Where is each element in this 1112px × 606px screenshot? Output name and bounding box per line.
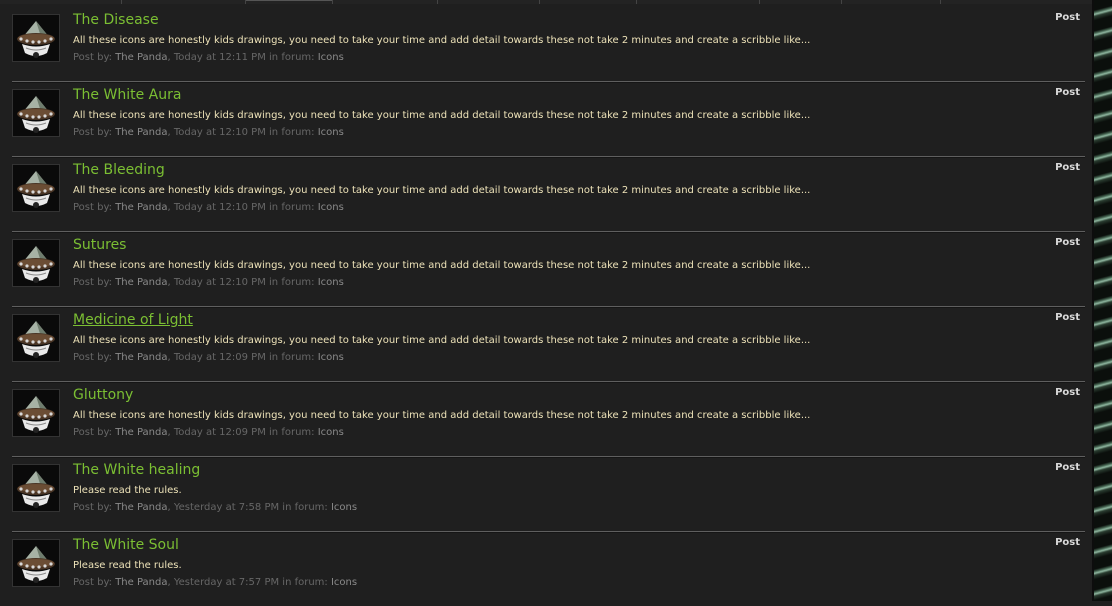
- post-title-link[interactable]: The Bleeding: [73, 162, 165, 178]
- post-result: The Disease All these icons are honestly…: [0, 6, 1094, 81]
- author-link[interactable]: The Panda: [115, 427, 167, 438]
- posted-by-label: Post by:: [73, 52, 116, 63]
- forum-link[interactable]: Icons: [318, 127, 344, 138]
- post-excerpt: All these icons are honestly kids drawin…: [73, 35, 811, 46]
- in-forum-label: in forum:: [265, 127, 318, 138]
- in-forum-label: in forum:: [279, 577, 331, 588]
- post-title-link[interactable]: Medicine of Light: [73, 312, 193, 328]
- avatar[interactable]: [12, 164, 60, 212]
- post-excerpt: All these icons are honestly kids drawin…: [73, 185, 811, 196]
- post-excerpt: Please read the rules.: [73, 560, 182, 571]
- posted-by-label: Post by:: [73, 127, 116, 138]
- author-link[interactable]: The Panda: [115, 127, 167, 138]
- post-title-link[interactable]: The White Soul: [73, 537, 179, 553]
- forum-link[interactable]: Icons: [318, 352, 344, 363]
- post-excerpt: All these icons are honestly kids drawin…: [73, 410, 811, 421]
- post-time: Today at 12:10 PM: [173, 277, 266, 288]
- post-type-label: Post: [1055, 237, 1080, 248]
- post-excerpt: All these icons are honestly kids drawin…: [73, 110, 811, 121]
- post-meta: Post by: The Panda, Yesterday at 7:57 PM…: [73, 577, 357, 588]
- forum-link[interactable]: Icons: [318, 277, 344, 288]
- post-type-label: Post: [1055, 462, 1080, 473]
- author-link[interactable]: The Panda: [115, 52, 167, 63]
- post-time: Yesterday at 7:57 PM: [173, 577, 280, 588]
- avatar[interactable]: [12, 14, 60, 62]
- post-result: The White Aura All these icons are hones…: [0, 81, 1094, 156]
- author-link[interactable]: The Panda: [115, 352, 167, 363]
- author-link[interactable]: The Panda: [115, 277, 167, 288]
- in-forum-label: in forum:: [265, 352, 318, 363]
- top-tab-strip: [0, 0, 1094, 4]
- warrior-helmet-icon: [13, 465, 59, 511]
- post-title-link[interactable]: The Disease: [73, 12, 159, 28]
- warrior-helmet-icon: [13, 315, 59, 361]
- search-results-list: The Disease All these icons are honestly…: [0, 6, 1094, 606]
- posted-by-label: Post by:: [73, 352, 116, 363]
- post-type-label: Post: [1055, 87, 1080, 98]
- post-meta: Post by: The Panda, Today at 12:11 PM in…: [73, 52, 344, 63]
- warrior-helmet-icon: [13, 240, 59, 286]
- post-meta: Post by: The Panda, Today at 12:09 PM in…: [73, 427, 344, 438]
- decorative-side-border: [1094, 0, 1112, 601]
- post-time: Yesterday at 7:58 PM: [173, 502, 280, 513]
- warrior-helmet-icon: [13, 390, 59, 436]
- avatar[interactable]: [12, 464, 60, 512]
- post-type-label: Post: [1055, 537, 1080, 548]
- post-type-label: Post: [1055, 162, 1080, 173]
- author-link[interactable]: The Panda: [115, 502, 167, 513]
- posted-by-label: Post by:: [73, 577, 116, 588]
- post-title-link[interactable]: Gluttony: [73, 387, 133, 403]
- posted-by-label: Post by:: [73, 202, 116, 213]
- forum-link[interactable]: Icons: [318, 202, 344, 213]
- post-time: Today at 12:10 PM: [173, 127, 266, 138]
- posted-by-label: Post by:: [73, 427, 116, 438]
- forum-link[interactable]: Icons: [318, 52, 344, 63]
- avatar[interactable]: [12, 389, 60, 437]
- avatar[interactable]: [12, 314, 60, 362]
- post-excerpt: All these icons are honestly kids drawin…: [73, 260, 811, 271]
- post-title-link[interactable]: The White Aura: [73, 87, 181, 103]
- in-forum-label: in forum:: [265, 427, 318, 438]
- post-result: Medicine of Light All these icons are ho…: [0, 306, 1094, 381]
- post-title-link[interactable]: Sutures: [73, 237, 126, 253]
- post-result: The Bleeding All these icons are honestl…: [0, 156, 1094, 231]
- forum-link[interactable]: Icons: [331, 502, 357, 513]
- in-forum-label: in forum:: [265, 52, 318, 63]
- post-meta: Post by: The Panda, Today at 12:10 PM in…: [73, 127, 344, 138]
- author-link[interactable]: The Panda: [115, 577, 167, 588]
- in-forum-label: in forum:: [265, 277, 318, 288]
- post-title-link[interactable]: The White healing: [73, 462, 200, 478]
- post-excerpt: Please read the rules.: [73, 485, 182, 496]
- author-link[interactable]: The Panda: [115, 202, 167, 213]
- post-meta: Post by: The Panda, Today at 12:10 PM in…: [73, 277, 344, 288]
- post-time: Today at 12:09 PM: [173, 352, 266, 363]
- post-result: The White healing Please read the rules.…: [0, 456, 1094, 531]
- post-result: Sutures All these icons are honestly kid…: [0, 231, 1094, 306]
- warrior-helmet-icon: [13, 540, 59, 586]
- post-result: Gluttony All these icons are honestly ki…: [0, 381, 1094, 456]
- post-type-label: Post: [1055, 387, 1080, 398]
- warrior-helmet-icon: [13, 15, 59, 61]
- post-meta: Post by: The Panda, Today at 12:10 PM in…: [73, 202, 344, 213]
- in-forum-label: in forum:: [265, 202, 318, 213]
- post-excerpt: All these icons are honestly kids drawin…: [73, 335, 811, 346]
- post-type-label: Post: [1055, 312, 1080, 323]
- post-type-label: Post: [1055, 12, 1080, 23]
- post-time: Today at 12:09 PM: [173, 427, 266, 438]
- forum-link[interactable]: Icons: [318, 427, 344, 438]
- avatar[interactable]: [12, 89, 60, 137]
- post-meta: Post by: The Panda, Yesterday at 7:58 PM…: [73, 502, 357, 513]
- post-time: Today at 12:11 PM: [173, 52, 266, 63]
- posted-by-label: Post by:: [73, 502, 116, 513]
- avatar[interactable]: [12, 239, 60, 287]
- warrior-helmet-icon: [13, 165, 59, 211]
- post-meta: Post by: The Panda, Today at 12:09 PM in…: [73, 352, 344, 363]
- forum-link[interactable]: Icons: [331, 577, 357, 588]
- avatar[interactable]: [12, 539, 60, 587]
- warrior-helmet-icon: [13, 90, 59, 136]
- post-time: Today at 12:10 PM: [173, 202, 266, 213]
- posted-by-label: Post by:: [73, 277, 116, 288]
- post-result: The White Soul Please read the rules. Po…: [0, 531, 1094, 606]
- in-forum-label: in forum:: [279, 502, 331, 513]
